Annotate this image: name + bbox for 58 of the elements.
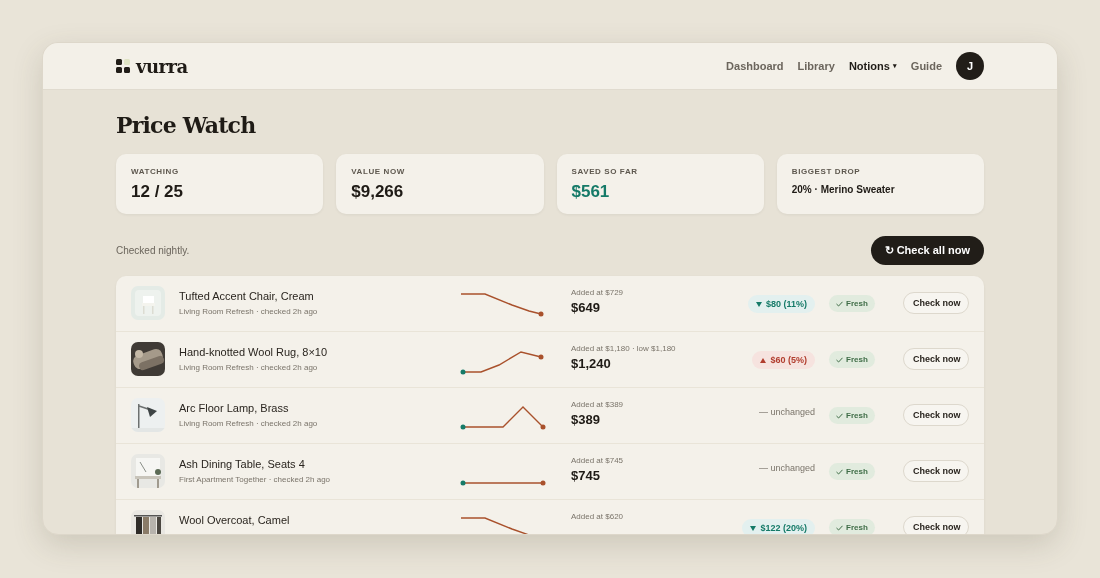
page-title: Price Watch bbox=[116, 112, 257, 138]
stat-value: $561 bbox=[571, 182, 611, 202]
current-price: $745 bbox=[571, 468, 601, 483]
check-now-button[interactable]: Check now bbox=[903, 460, 969, 482]
item-name: Ash Dining Table, Seats 4 bbox=[179, 458, 306, 470]
item-name: Tufted Accent Chair, Cream bbox=[179, 290, 315, 302]
down-triangle-icon bbox=[755, 301, 762, 307]
item-meta: Living Room Refresh · checked 2h ago bbox=[179, 419, 319, 428]
nav-link[interactable]: Dashboard bbox=[726, 60, 784, 72]
added-price: Added at $729 bbox=[571, 288, 625, 297]
check-icon bbox=[836, 468, 843, 475]
status-badge: Fresh bbox=[829, 295, 875, 312]
up-triangle-icon bbox=[760, 357, 767, 363]
item-name: Hand-knotted Wool Rug, 8×10 bbox=[179, 346, 329, 358]
check-now-button[interactable]: Check now bbox=[903, 404, 969, 426]
stat-label: WATCHING bbox=[131, 167, 180, 176]
added-price: Added at $745 bbox=[571, 456, 625, 465]
price-change-badge: $80 (11%) bbox=[747, 295, 815, 313]
status-badge: Fresh bbox=[829, 519, 875, 534]
check-now-button[interactable]: Check now bbox=[903, 348, 969, 370]
price-change-badge: $60 (5%) bbox=[752, 351, 815, 369]
nav-link[interactable]: Guide bbox=[910, 60, 942, 72]
status-badge: Fresh bbox=[829, 407, 875, 424]
current-price: $1,240 bbox=[571, 356, 612, 371]
schedule-note: Checked nightly. bbox=[116, 245, 190, 256]
nav-link[interactable]: Library bbox=[797, 60, 835, 72]
status-badge: Fresh bbox=[829, 351, 875, 368]
check-icon bbox=[836, 412, 843, 419]
check-now-button[interactable]: Check now bbox=[903, 292, 969, 314]
added-price: Added at $620 bbox=[571, 512, 625, 521]
stat-label: BIGGEST DROP bbox=[791, 167, 862, 176]
check-all-button[interactable]: ↻ Check all now bbox=[870, 236, 984, 265]
current-price: $649 bbox=[571, 300, 601, 315]
stat-value: 20% · Merino Sweater bbox=[791, 184, 896, 195]
check-icon bbox=[836, 356, 843, 363]
stat-value: 12 / 25 bbox=[131, 182, 184, 202]
current-price: $389 bbox=[571, 412, 601, 427]
item-meta: Living Room Refresh · checked 2h ago bbox=[179, 363, 319, 372]
price-change-text: — unchanged bbox=[758, 407, 815, 417]
down-triangle-icon bbox=[750, 525, 757, 531]
check-now-button[interactable]: Check now bbox=[903, 516, 969, 534]
status-badge: Fresh bbox=[829, 463, 875, 480]
check-icon bbox=[836, 524, 843, 531]
added-price: Added at $389 bbox=[571, 400, 625, 409]
brand-name: vurra bbox=[136, 55, 188, 77]
added-price: Added at $1,180 · low $1,180 bbox=[571, 344, 677, 353]
item-meta: Living Room Refresh · checked 2h ago bbox=[179, 307, 319, 316]
price-change-badge: $122 (20%) bbox=[742, 519, 815, 534]
avatar[interactable]: J bbox=[956, 52, 984, 80]
item-name: Arc Floor Lamp, Brass bbox=[179, 402, 290, 414]
stat-label: VALUE NOW bbox=[351, 167, 406, 176]
stat-label: SAVED SO FAR bbox=[571, 167, 639, 176]
item-meta: First Apartment Together · checked 2h ago bbox=[179, 475, 332, 484]
item-name: Wool Overcoat, Camel bbox=[179, 514, 291, 526]
logo-icon bbox=[116, 59, 130, 73]
price-change-text: — unchanged bbox=[758, 463, 815, 473]
stat-value: $9,266 bbox=[351, 182, 405, 202]
check-icon bbox=[836, 300, 843, 307]
